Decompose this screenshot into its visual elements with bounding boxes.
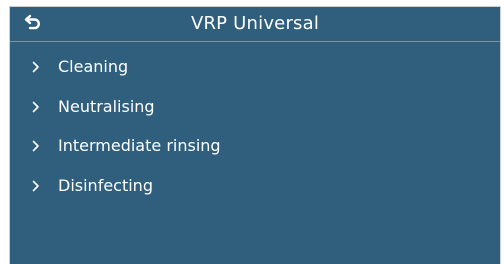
program-menu: Cleaning Neutralising Intermediate rinsi…: [10, 51, 500, 211]
menu-item-label: Cleaning: [58, 57, 129, 76]
device-screen: VRP Universal Cleaning Neutralising Inte…: [9, 6, 501, 264]
chevron-right-icon: [32, 140, 48, 152]
menu-item-label: Neutralising: [58, 97, 155, 116]
chevron-right-icon: [32, 101, 48, 113]
chevron-right-icon: [32, 180, 48, 192]
menu-item-cleaning[interactable]: Cleaning: [10, 47, 500, 87]
menu-item-label: Intermediate rinsing: [58, 136, 221, 155]
header-bar: VRP Universal: [10, 7, 500, 42]
menu-item-label: Disinfecting: [58, 176, 153, 195]
menu-item-disinfecting[interactable]: Disinfecting: [10, 166, 500, 206]
menu-item-neutralising[interactable]: Neutralising: [10, 87, 500, 127]
chevron-right-icon: [32, 61, 48, 73]
page-title: VRP Universal: [190, 13, 320, 34]
menu-item-intermediate-rinsing[interactable]: Intermediate rinsing: [10, 126, 500, 166]
